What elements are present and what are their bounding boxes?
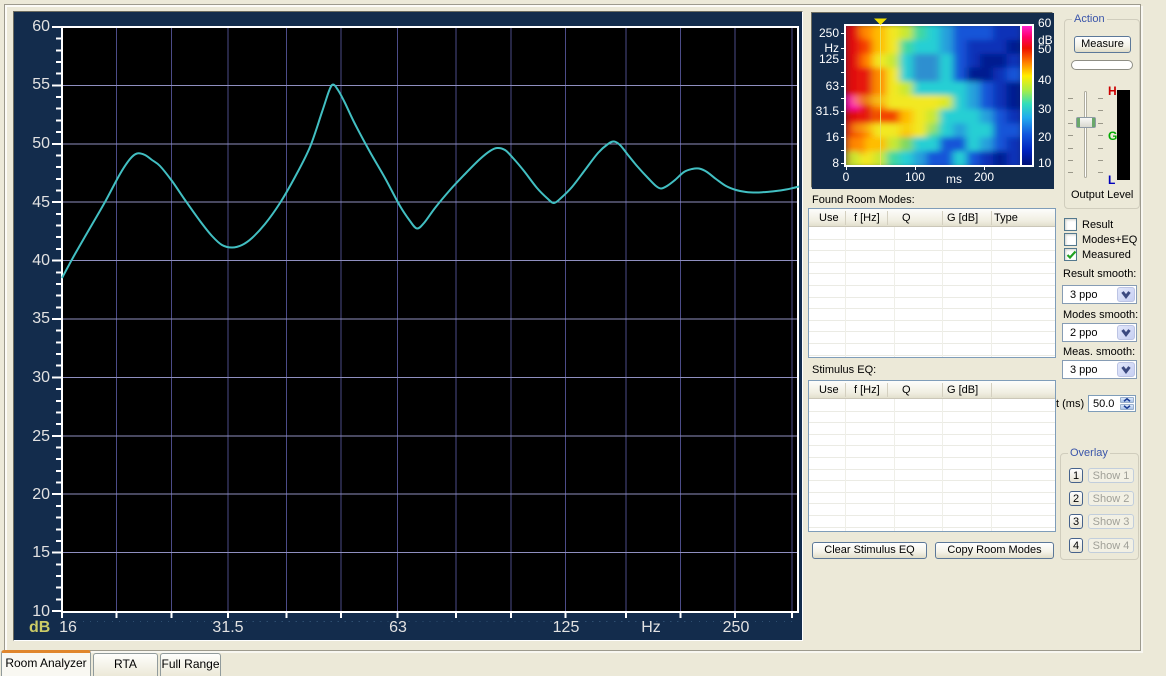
svg-text:63: 63	[826, 79, 840, 93]
svg-text:0: 0	[843, 170, 850, 184]
svg-text:8: 8	[832, 156, 839, 170]
svg-text:10: 10	[1038, 156, 1052, 170]
svg-text:31.5: 31.5	[816, 104, 840, 118]
svg-text:250: 250	[819, 26, 839, 40]
svg-text:60: 60	[1038, 16, 1052, 30]
svg-text:16: 16	[826, 130, 840, 144]
svg-text:100: 100	[905, 170, 925, 184]
svg-text:40: 40	[1038, 73, 1052, 87]
svg-text:125: 125	[819, 52, 839, 66]
svg-text:200: 200	[974, 170, 994, 184]
svg-text:20: 20	[1038, 130, 1052, 144]
svg-text:50: 50	[1038, 42, 1052, 56]
svg-text:ms: ms	[946, 172, 962, 186]
svg-text:30: 30	[1038, 102, 1052, 116]
